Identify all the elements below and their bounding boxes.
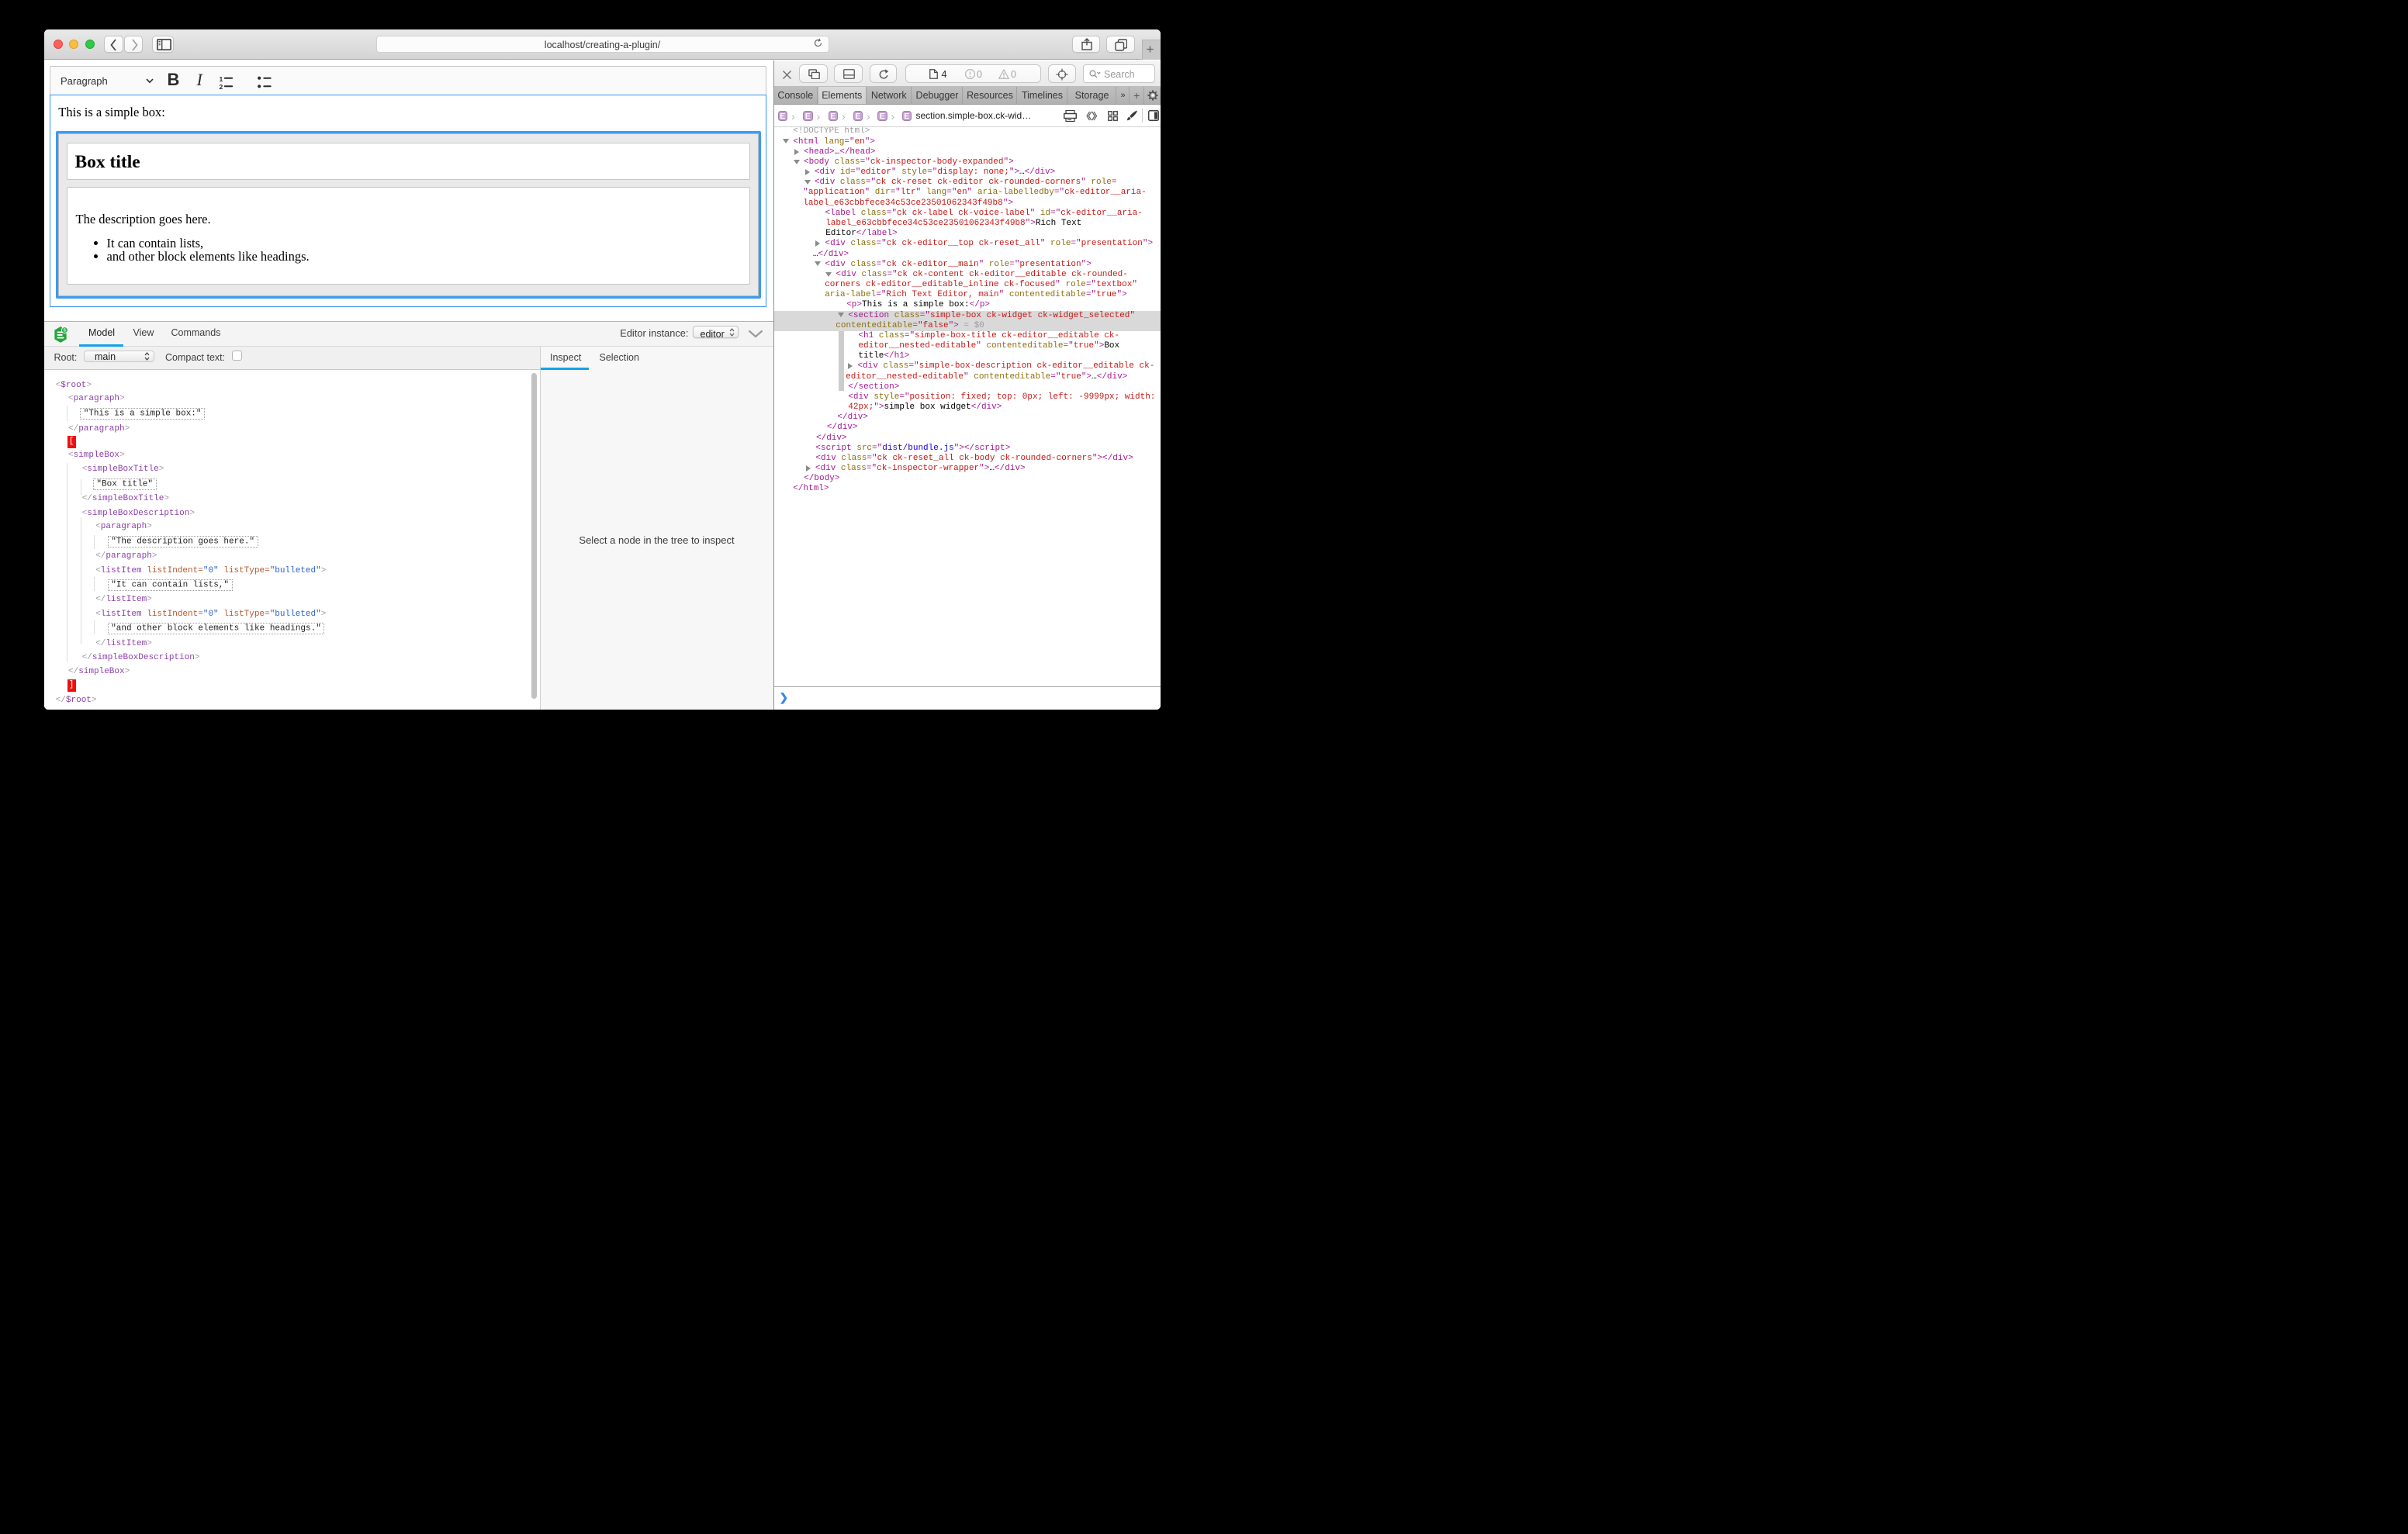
svg-text:5: 5	[63, 328, 65, 333]
svg-text:1: 1	[220, 75, 223, 83]
svg-text:2: 2	[220, 83, 223, 89]
